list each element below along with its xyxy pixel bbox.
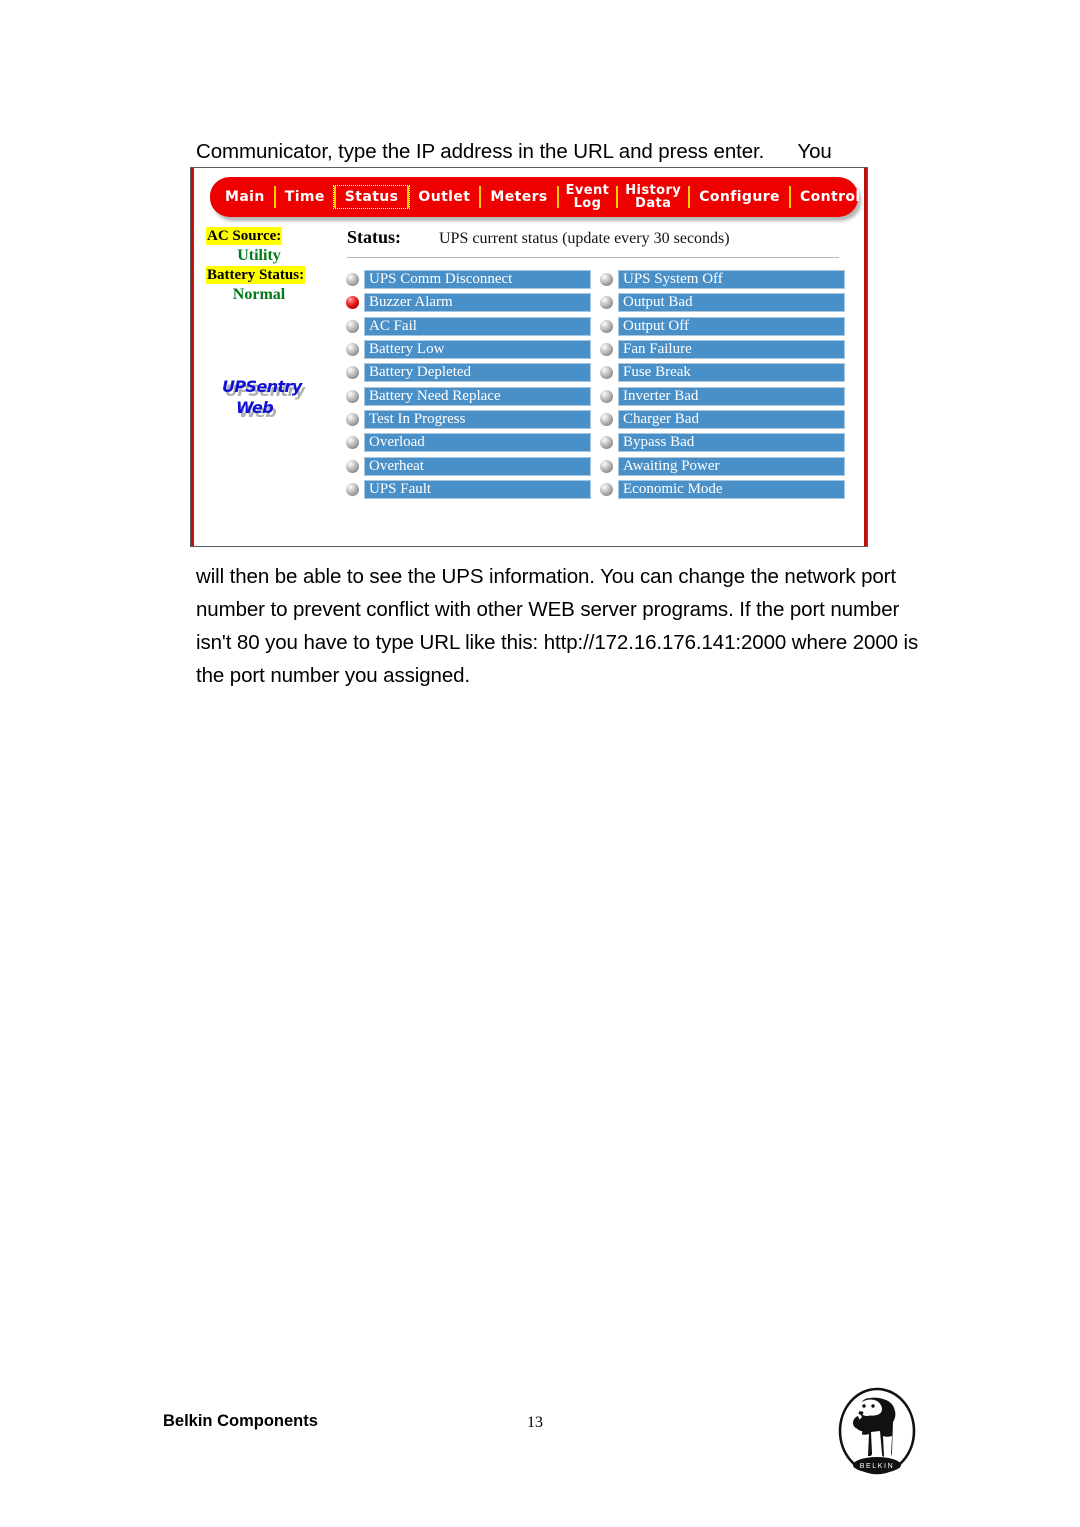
led-indicator-on-icon	[346, 296, 359, 310]
nav-tab-control[interactable]: Control	[791, 188, 863, 206]
led-indicator-off-icon	[346, 366, 359, 380]
status-label: UPS Comm Disconnect	[364, 270, 591, 290]
nav-tab-configure[interactable]: Configure	[690, 188, 789, 206]
led-indicator-off-icon	[600, 343, 613, 357]
status-label: Test In Progress	[364, 409, 591, 429]
status-main-panel: Status: UPS current status (update every…	[344, 227, 855, 501]
ups-web-page: Main Time Status Outlet Meters Event Log Histo…	[196, 169, 863, 545]
status-label: Fuse Break	[618, 363, 845, 383]
led-indicator-off-icon	[600, 459, 613, 473]
nav-tab-status[interactable]: Status	[332, 185, 411, 209]
status-row: Inverter Bad	[598, 384, 845, 407]
nav-tab-history-data[interactable]: History Data	[618, 183, 688, 212]
upsentry-logo-line1: UPSentry	[222, 377, 302, 396]
led-indicator-off-icon	[346, 459, 359, 473]
upsentry-web-logo: UPSentry Web	[216, 377, 320, 427]
status-label: UPS Fault	[364, 479, 591, 499]
status-label: Bypass Bad	[618, 433, 845, 453]
status-row: Battery Low	[344, 338, 591, 361]
belkin-bulldog-logo: BELKIN	[836, 1386, 918, 1484]
status-label: Charger Bad	[618, 409, 845, 429]
status-row: Test In Progress	[344, 408, 591, 431]
status-label: Awaiting Power	[618, 456, 845, 476]
intro-paragraph: Communicator, type the IP address in the…	[196, 140, 832, 163]
status-row: Charger Bad	[598, 408, 845, 431]
footer-brand: Belkin Components	[163, 1412, 318, 1430]
status-row: Overheat	[344, 454, 591, 477]
belkin-logo-text: BELKIN	[860, 1463, 895, 1470]
ac-source-value: Utility	[237, 247, 281, 264]
header-divider	[347, 257, 839, 258]
status-row: AC Fail	[344, 315, 591, 338]
frame-left-edge	[191, 168, 194, 546]
led-indicator-off-icon	[600, 412, 613, 426]
upsentry-logo-line2: Web	[236, 398, 274, 417]
nav-tab-main[interactable]: Main	[216, 188, 274, 206]
status-row: Battery Depleted	[344, 361, 591, 384]
status-label: UPS System Off	[618, 270, 845, 290]
status-header: Status: UPS current status (update every…	[344, 227, 855, 248]
led-indicator-off-icon	[600, 366, 613, 380]
status-row: Battery Need Replace	[344, 384, 591, 407]
status-label: Economic Mode	[618, 479, 845, 499]
status-row: Fan Failure	[598, 338, 845, 361]
status-label: Overheat	[364, 456, 591, 476]
status-label: Battery Depleted	[364, 363, 591, 383]
status-label: AC Fail	[364, 316, 591, 336]
nav-tab-event-log[interactable]: Event Log	[559, 183, 617, 212]
battery-status-label: Battery Status:	[206, 266, 306, 284]
led-indicator-off-icon	[346, 482, 359, 496]
led-indicator-off-icon	[600, 482, 613, 496]
status-row: Awaiting Power	[598, 454, 845, 477]
led-indicator-off-icon	[346, 436, 359, 450]
status-label: Battery Low	[364, 340, 591, 360]
nav-tab-outlet[interactable]: Outlet	[409, 188, 479, 206]
status-label: Output Off	[618, 316, 845, 336]
led-indicator-off-icon	[600, 273, 613, 287]
frame-right-edge	[864, 168, 867, 546]
nav-tab-meters[interactable]: Meters	[481, 188, 556, 206]
status-indicator-grid: UPS Comm Disconnect Buzzer Alarm AC Fail Ba…	[344, 268, 855, 501]
led-indicator-off-icon	[600, 319, 613, 333]
status-label: Inverter Bad	[618, 386, 845, 406]
status-row: Economic Mode	[598, 478, 845, 501]
status-label: Buzzer Alarm	[364, 293, 591, 313]
status-row: Output Bad	[598, 291, 845, 314]
status-row: Overload	[344, 431, 591, 454]
led-indicator-off-icon	[346, 389, 359, 403]
status-title: Status:	[347, 227, 402, 247]
status-label: Output Bad	[618, 293, 845, 313]
battery-status-value: Normal	[232, 286, 286, 303]
nav-tab-time[interactable]: Time	[276, 188, 334, 206]
status-row: UPS Comm Disconnect	[344, 268, 591, 291]
document-page: Communicator, type the IP address in the…	[0, 0, 1080, 1527]
status-label: Battery Need Replace	[364, 386, 591, 406]
status-row: Buzzer Alarm	[344, 291, 591, 314]
led-indicator-off-icon	[600, 296, 613, 310]
ups-web-screenshot: Main Time Status Outlet Meters Event Log Histo…	[190, 167, 868, 547]
status-row: UPS Fault	[344, 478, 591, 501]
led-indicator-off-icon	[346, 412, 359, 426]
led-indicator-off-icon	[346, 319, 359, 333]
status-row: Output Off	[598, 315, 845, 338]
ac-source-label: AC Source:	[206, 227, 283, 245]
led-indicator-off-icon	[600, 436, 613, 450]
status-row: UPS System Off	[598, 268, 845, 291]
page-number: 13	[527, 1414, 543, 1431]
led-indicator-off-icon	[346, 273, 359, 287]
status-sidebar: AC Source: Utility Battery Status: Norma…	[206, 227, 331, 427]
led-indicator-off-icon	[600, 389, 613, 403]
status-column-left: UPS Comm Disconnect Buzzer Alarm AC Fail Ba…	[344, 268, 591, 501]
main-navigation-bar: Main Time Status Outlet Meters Event Log Histo…	[210, 177, 860, 217]
body-paragraph: will then be able to see the UPS informa…	[196, 565, 919, 687]
status-column-right: UPS System Off Output Bad Output Off Fan Fa…	[598, 268, 845, 501]
status-label: Fan Failure	[618, 340, 845, 360]
status-row: Bypass Bad	[598, 431, 845, 454]
status-subtitle: UPS current status (update every 30 seco…	[439, 230, 730, 247]
status-label: Overload	[364, 433, 591, 453]
status-row: Fuse Break	[598, 361, 845, 384]
led-indicator-off-icon	[346, 343, 359, 357]
